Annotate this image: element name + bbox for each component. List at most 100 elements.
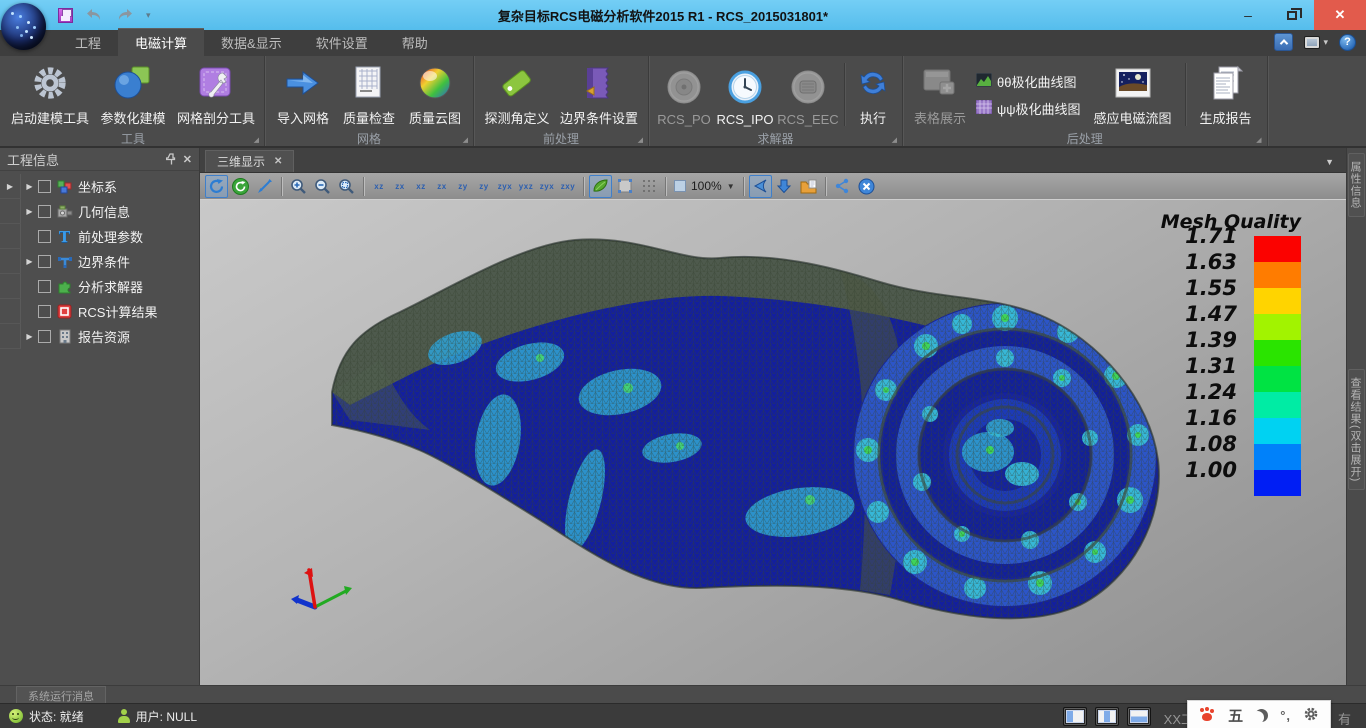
import-mesh-button[interactable]: 导入网格: [270, 59, 336, 130]
view-iso2-button[interactable]: yxz: [516, 175, 536, 198]
redo-icon[interactable]: [116, 8, 133, 22]
help-button[interactable]: ?: [1339, 34, 1356, 51]
tab-3d-display[interactable]: 三维显示 ✕: [205, 150, 294, 172]
layout-bottom-panel-button[interactable]: [1127, 707, 1151, 726]
group-expand-icon[interactable]: ◢: [892, 137, 897, 144]
property-info-tab[interactable]: 属性信息: [1348, 153, 1365, 217]
view-iso4-button[interactable]: zxy: [558, 175, 578, 198]
import-view-button[interactable]: [773, 175, 796, 198]
app-logo-icon[interactable]: [1, 3, 46, 50]
rcs-ipo-button[interactable]: RCS_IPO: [714, 59, 776, 130]
tree-item-geometry-info[interactable]: ▶ 几何信息: [0, 199, 199, 224]
undo-icon[interactable]: [86, 8, 103, 22]
tab-em-computation[interactable]: 电磁计算: [118, 28, 204, 56]
orbit-rotate-button[interactable]: [205, 175, 228, 198]
tree-checkbox[interactable]: [38, 280, 51, 293]
flat-shade-button[interactable]: [613, 175, 636, 198]
tree-checkbox[interactable]: [38, 180, 51, 193]
wireframe-button[interactable]: [637, 175, 660, 198]
system-messages-tab[interactable]: 系统运行消息: [16, 686, 106, 703]
expand-arrow-icon[interactable]: ▶: [21, 182, 38, 191]
tree-item-analysis-solver[interactable]: 分析求解器: [0, 274, 199, 299]
minimize-button[interactable]: –: [1226, 0, 1270, 30]
view-results-tab[interactable]: 查看结果(双击展开): [1348, 369, 1365, 490]
projection-button[interactable]: [749, 175, 772, 198]
legend-swatch: [1254, 470, 1301, 496]
induced-em-current-button[interactable]: 感应电磁流图: [1085, 59, 1181, 130]
zoom-level-select[interactable]: 100% ▼: [671, 179, 738, 193]
view-iso3-button[interactable]: zyx: [537, 175, 557, 198]
refresh-view-button[interactable]: [229, 175, 252, 198]
ime-paw-icon[interactable]: [1199, 708, 1216, 723]
view-zx-back-button[interactable]: zx: [432, 175, 452, 198]
tree-checkbox[interactable]: [38, 205, 51, 218]
boundary-condition-button[interactable]: 边界条件设置: [555, 59, 643, 130]
pin-icon[interactable]: [166, 153, 177, 165]
zoom-out-button[interactable]: [311, 175, 334, 198]
quality-check-button[interactable]: 质量检查: [336, 59, 402, 130]
restore-button[interactable]: [1270, 0, 1314, 30]
group-expand-icon[interactable]: ◢: [463, 137, 468, 144]
view-zy-button[interactable]: zy: [453, 175, 473, 198]
tree-checkbox[interactable]: [38, 255, 51, 268]
view-xz-button[interactable]: xz: [369, 175, 389, 198]
expand-arrow-icon[interactable]: ▶: [21, 332, 38, 341]
viewport-3d-canvas[interactable]: Mesh Quality 1.71 1.63 1.55 1.47 1.39 1.…: [200, 200, 1346, 685]
group-expand-icon[interactable]: ◢: [1256, 137, 1261, 144]
tree-item-preprocess-params[interactable]: T 前处理参数: [0, 224, 199, 249]
tab-software-settings[interactable]: 软件设置: [299, 28, 385, 56]
close-view-button[interactable]: [855, 175, 878, 198]
mesh-partition-tool-button[interactable]: 网格剖分工具: [173, 59, 259, 130]
display-style-button[interactable]: ▾: [1304, 36, 1328, 49]
pan-arrow-button[interactable]: [253, 175, 276, 198]
tab-list-dropdown-icon[interactable]: ▼: [1325, 157, 1334, 167]
shaded-leaf-button[interactable]: [589, 175, 612, 198]
zoom-in-button[interactable]: [287, 175, 310, 198]
zoom-window-button[interactable]: [335, 175, 358, 198]
tree-item-report-resources[interactable]: ▶ 报告资源: [0, 324, 199, 349]
quick-access-dropdown-icon[interactable]: ▾: [146, 10, 151, 21]
tab-help[interactable]: 帮助: [385, 28, 445, 56]
tab-project[interactable]: 工程: [58, 28, 118, 56]
tab-close-icon[interactable]: ✕: [274, 156, 282, 167]
tree-item-rcs-results[interactable]: RCS计算结果: [0, 299, 199, 324]
launch-modeling-tool-button[interactable]: 启动建模工具: [7, 59, 93, 130]
ime-settings-gear-icon[interactable]: [1303, 706, 1319, 725]
save-icon[interactable]: [58, 8, 73, 23]
theta-polarization-curve-button[interactable]: θθ极化曲线图: [976, 72, 1081, 91]
view-iso1-button[interactable]: zyx: [495, 175, 515, 198]
group-expand-icon[interactable]: ◢: [638, 137, 643, 144]
ime-halfwidth-moon-icon[interactable]: [1255, 709, 1268, 722]
view-xz-back-button[interactable]: xz: [411, 175, 431, 198]
generate-report-button[interactable]: 生成报告: [1190, 59, 1262, 130]
tree-item-boundary-conditions[interactable]: ▶ 边界条件: [0, 249, 199, 274]
ime-punctuation-toggle[interactable]: °,: [1280, 708, 1291, 723]
panel-close-icon[interactable]: ✕: [183, 153, 192, 166]
psi-polarization-curve-button[interactable]: ψψ极化曲线图: [976, 99, 1081, 118]
tree-checkbox[interactable]: [38, 305, 51, 318]
execute-button[interactable]: 执行: [849, 59, 897, 130]
view-zy-back-button[interactable]: zy: [474, 175, 494, 198]
divider: [825, 177, 826, 196]
quality-cloud-button[interactable]: 质量云图: [402, 59, 468, 130]
group-expand-icon[interactable]: ◢: [254, 137, 259, 144]
gutter-arrow-icon[interactable]: ▶: [7, 182, 13, 191]
layout-left-panel-button[interactable]: [1063, 707, 1087, 726]
expand-arrow-icon[interactable]: ▶: [21, 207, 38, 216]
share-link-button[interactable]: [831, 175, 854, 198]
close-button[interactable]: ✕: [1314, 0, 1366, 30]
tab-data-display[interactable]: 数据&显示: [204, 28, 299, 56]
tree-checkbox[interactable]: [38, 230, 51, 243]
expand-arrow-icon[interactable]: ▶: [21, 257, 38, 266]
parametric-modeling-button[interactable]: 参数化建模: [93, 59, 173, 130]
detect-angle-button[interactable]: 探测角定义: [479, 59, 555, 130]
layout-center-panel-button[interactable]: [1095, 707, 1119, 726]
scene-folder-button[interactable]: [797, 175, 820, 198]
tree-item-coordinate-system[interactable]: ▶ ▶ 坐标系: [0, 174, 199, 199]
tree-checkbox[interactable]: [38, 330, 51, 343]
collapse-ribbon-button[interactable]: [1274, 33, 1293, 51]
legend-swatch: [1254, 314, 1301, 340]
view-zx-button[interactable]: zx: [390, 175, 410, 198]
panel-title: 工程信息: [7, 150, 160, 169]
ime-wubi-mode[interactable]: 五: [1228, 705, 1243, 726]
